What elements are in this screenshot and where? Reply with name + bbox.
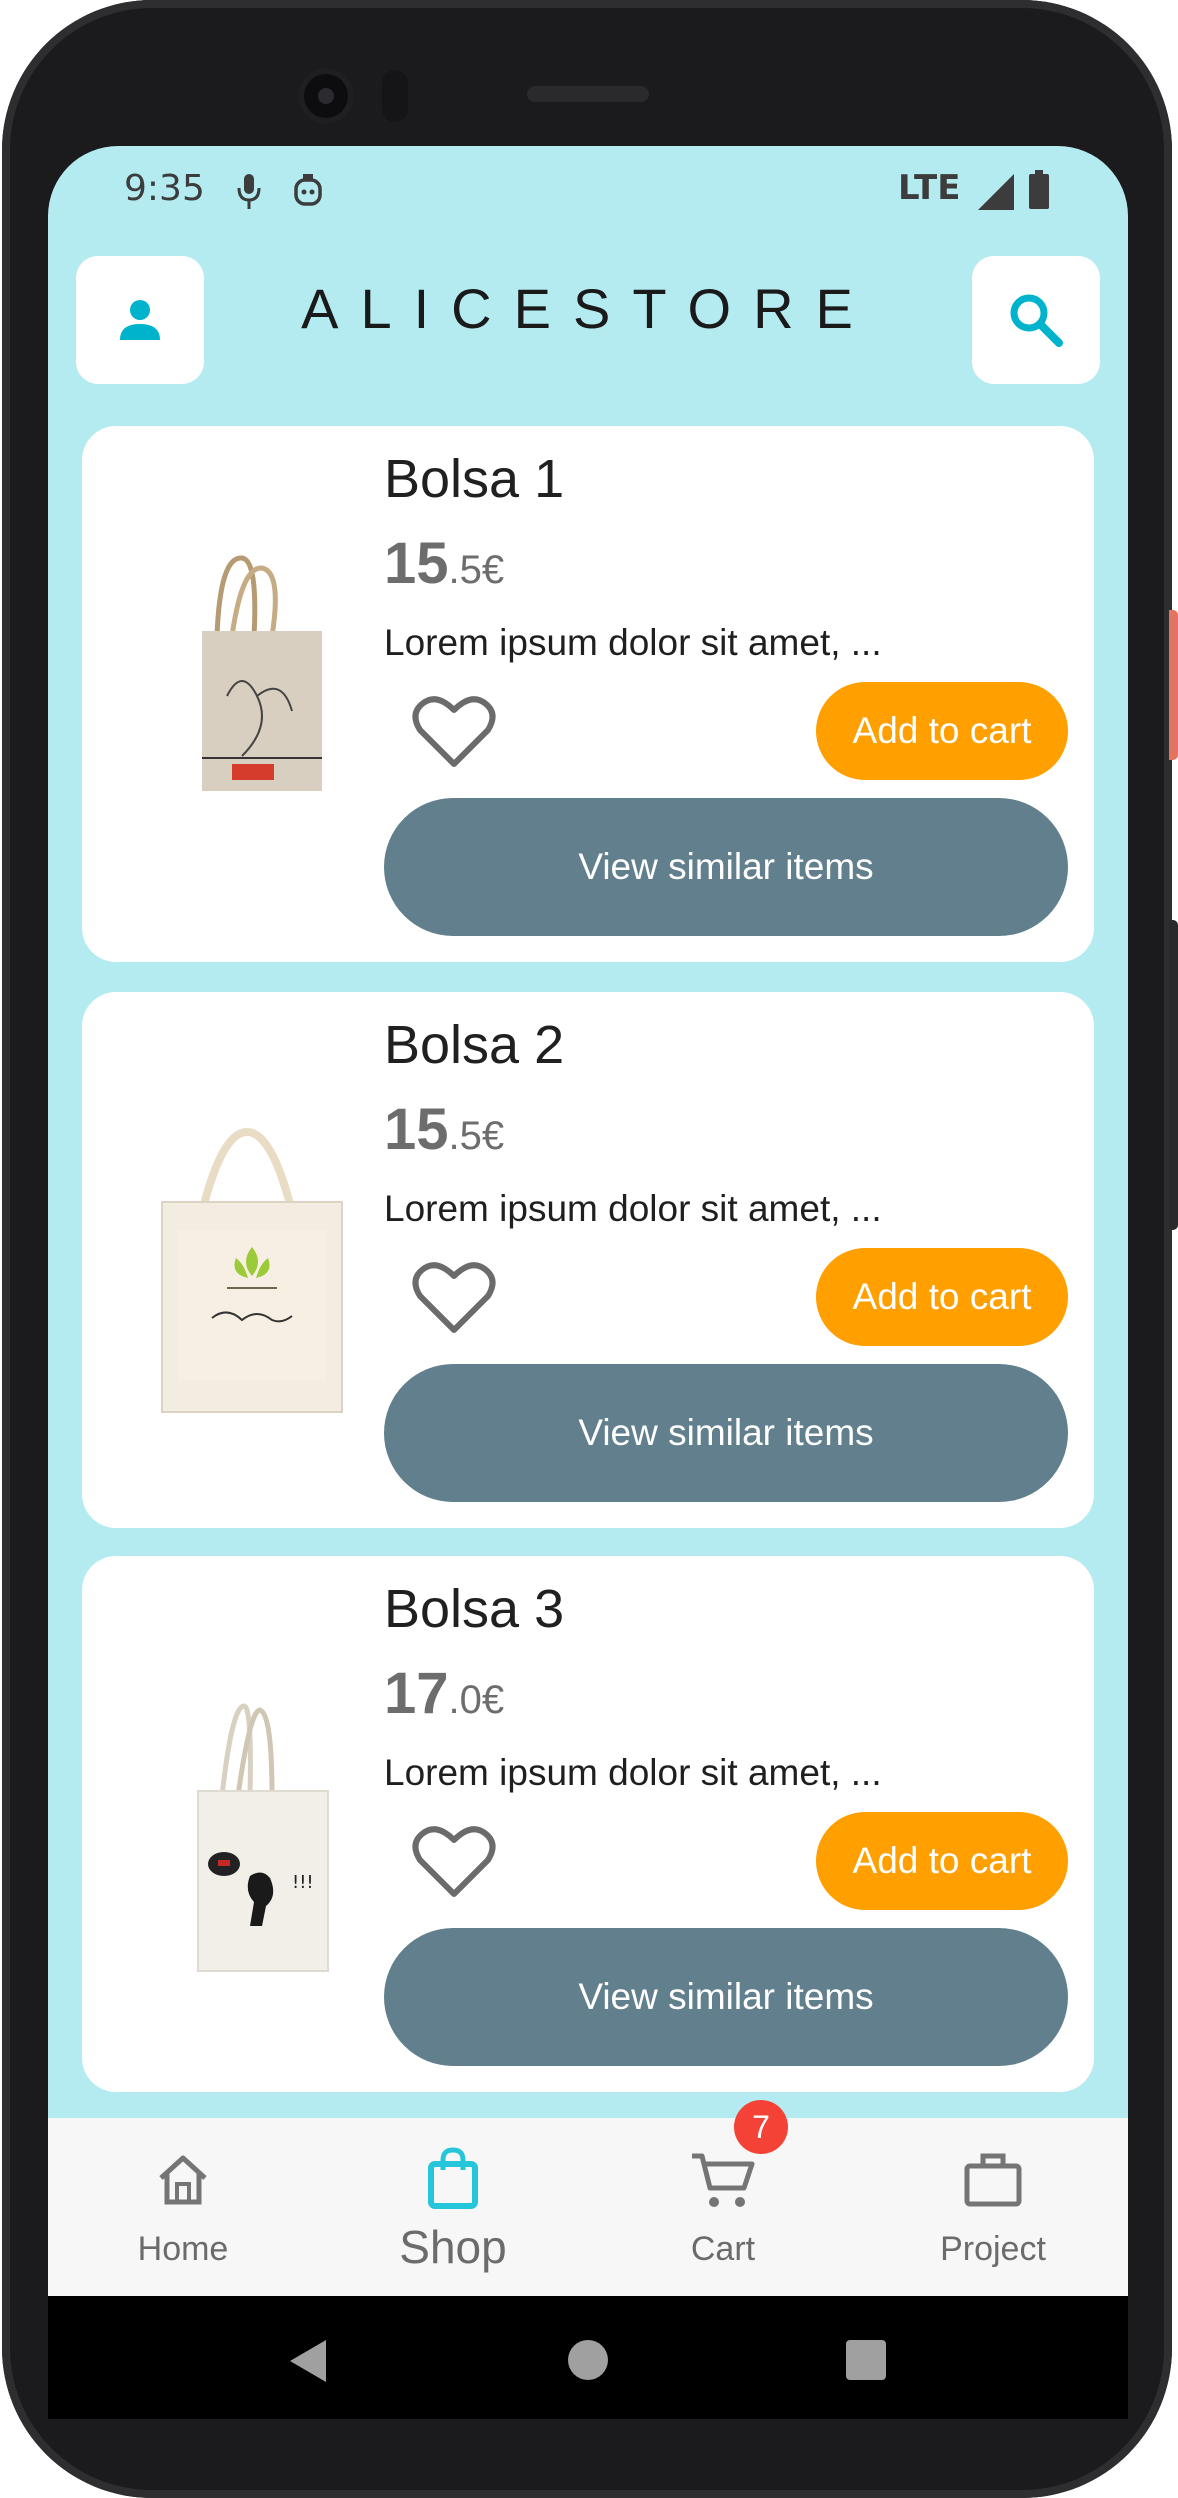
product-description: Lorem ipsum dolor sit amet, ... [384, 1188, 882, 1229]
network-type: LTE [898, 168, 961, 208]
back-icon[interactable] [286, 2338, 330, 2384]
favorite-heart-icon[interactable] [412, 1824, 496, 1900]
favorite-heart-icon[interactable] [412, 1260, 496, 1336]
bottom-navigation: Home Shop Cart 7 Project [48, 2100, 1128, 2296]
app-screen: 9:35 LTE ALICESTORE Bolsa 1 15.5€ Lorem … [48, 146, 1128, 2419]
home-icon [159, 2155, 207, 2205]
earpiece-speaker [527, 86, 649, 102]
nav-label-cart: Cart [690, 2230, 756, 2268]
shopping-bag-icon [428, 2147, 478, 2209]
status-time: 9:35 [124, 168, 205, 209]
svg-text:!!!: !!! [292, 1872, 314, 1893]
signal-icon [978, 174, 1014, 210]
nav-shop[interactable]: Shop [318, 2118, 588, 2296]
product-card: !!! Bolsa 3 17.0€ Lorem ipsum dolor sit … [82, 1556, 1094, 2092]
phone-frame: 9:35 LTE ALICESTORE Bolsa 1 15.5€ Lorem … [2, 0, 1172, 2498]
briefcase-icon [964, 2153, 1022, 2207]
nav-label-home: Home [137, 2230, 229, 2268]
recents-square-icon[interactable] [844, 2338, 888, 2382]
product-price: 15.5€ [384, 531, 505, 596]
microphone-icon [237, 174, 261, 209]
product-card: Bolsa 2 15.5€ Lorem ipsum dolor sit amet… [82, 992, 1094, 1528]
nav-home[interactable]: Home [48, 2118, 318, 2296]
view-similar-button[interactable]: View similar items [384, 798, 1068, 936]
cart-icon [692, 2153, 755, 2207]
nav-project[interactable]: Project [858, 2118, 1128, 2296]
front-camera [298, 68, 354, 124]
store-brand-title: ALICESTORE [301, 277, 875, 340]
product-title: Bolsa 1 [384, 449, 565, 509]
product-description: Lorem ipsum dolor sit amet, ... [384, 622, 882, 663]
home-circle-icon[interactable] [566, 2338, 610, 2382]
favorite-heart-icon[interactable] [412, 694, 496, 770]
view-similar-button[interactable]: View similar items [384, 1364, 1068, 1502]
add-to-cart-button[interactable]: Add to cart [816, 682, 1068, 780]
product-image [161, 1127, 343, 1413]
product-image: !!! [197, 1703, 329, 1972]
proximity-sensor [382, 70, 408, 122]
power-button [1169, 610, 1178, 760]
system-navigation-bar [48, 2296, 1128, 2419]
add-to-cart-button[interactable]: Add to cart [816, 1812, 1068, 1910]
nav-label-project: Project [940, 2230, 1046, 2268]
product-description: Lorem ipsum dolor sit amet, ... [384, 1752, 882, 1793]
nav-label-shop: Shop [399, 2221, 507, 2273]
nav-cart[interactable]: Cart [588, 2118, 858, 2296]
product-title: Bolsa 3 [384, 1579, 565, 1639]
cart-count-badge: 7 [734, 2100, 788, 2154]
assistant-icon [294, 174, 322, 206]
product-image [202, 555, 322, 791]
volume-button [1169, 920, 1178, 1230]
product-price: 17.0€ [384, 1661, 505, 1726]
product-price: 15.5€ [384, 1097, 505, 1162]
product-card: Bolsa 1 15.5€ Lorem ipsum dolor sit amet… [82, 426, 1094, 962]
add-to-cart-button[interactable]: Add to cart [816, 1248, 1068, 1346]
status-bar: 9:35 LTE [48, 146, 1128, 236]
view-similar-button[interactable]: View similar items [384, 1928, 1068, 2066]
search-button[interactable] [972, 256, 1100, 384]
battery-icon [1029, 170, 1049, 209]
search-icon [1010, 294, 1063, 347]
product-title: Bolsa 2 [384, 1015, 565, 1075]
